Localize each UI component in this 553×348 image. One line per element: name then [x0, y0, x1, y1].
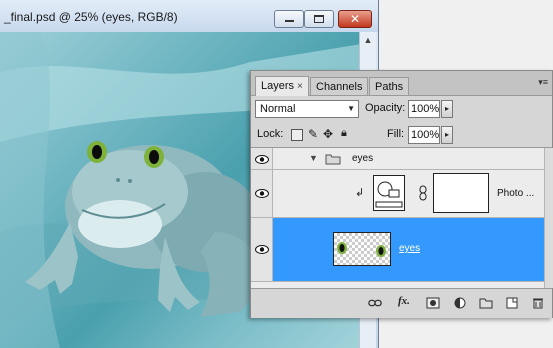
- visibility-toggle[interactable]: [251, 148, 273, 169]
- new-layer-icon[interactable]: [505, 297, 519, 309]
- opacity-label: Opacity:: [365, 102, 406, 114]
- eye-icon: [255, 245, 269, 254]
- eyes-thumbnail-image: [337, 242, 386, 257]
- folder-icon: [325, 154, 341, 165]
- tab-channels[interactable]: Channels: [310, 77, 369, 95]
- chevron-down-icon: ▼: [347, 104, 355, 113]
- adjustment-thumbnail[interactable]: [373, 175, 405, 211]
- link-icon[interactable]: [368, 297, 382, 309]
- eye-icon: [255, 189, 269, 198]
- maximize-button[interactable]: [304, 10, 334, 28]
- panel-scrollbar[interactable]: [544, 148, 553, 288]
- layers-list: ▼ eyes ↲ Photo ... eyes: [251, 148, 552, 288]
- opacity-slider-button[interactable]: ▸: [441, 100, 453, 118]
- adjustment-icon[interactable]: [453, 297, 467, 309]
- document-titlebar[interactable]: _final.psd @ 25% (eyes, RGB/8) ✕: [0, 0, 378, 32]
- maximize-icon: [314, 15, 324, 23]
- blend-mode-select[interactable]: Normal ▼: [255, 100, 359, 118]
- panel-menu-icon[interactable]: ▾≡: [538, 77, 548, 88]
- brush-icon[interactable]: ✎: [308, 127, 318, 141]
- layer-mask-thumbnail[interactable]: [433, 173, 489, 213]
- eye-icon: [255, 155, 269, 164]
- close-icon: ✕: [349, 12, 361, 26]
- minimize-button[interactable]: [274, 10, 304, 28]
- close-button[interactable]: ✕: [338, 10, 372, 28]
- tab-paths-label: Paths: [375, 81, 404, 93]
- lock-transparency-icon[interactable]: [291, 129, 303, 141]
- visibility-toggle[interactable]: [251, 218, 273, 281]
- trash-icon[interactable]: [531, 297, 545, 309]
- chain-link-icon[interactable]: [419, 185, 427, 201]
- tab-close-icon[interactable]: ×: [297, 81, 303, 92]
- blend-opacity-row: Normal ▼ Opacity: 100% ▸: [251, 96, 552, 122]
- mask-icon[interactable]: [426, 297, 440, 309]
- layer-thumbnail[interactable]: [333, 232, 391, 266]
- layer-row-selected[interactable]: eyes: [251, 218, 552, 282]
- layer-name[interactable]: eyes: [352, 153, 373, 164]
- clip-arrow-icon: ↲: [355, 187, 365, 199]
- tab-channels-label: Channels: [316, 81, 363, 93]
- layer-name[interactable]: eyes: [399, 243, 420, 254]
- photo-filter-icon: [375, 181, 403, 208]
- fill-slider-button[interactable]: ▸: [441, 126, 453, 144]
- fill-label: Fill:: [387, 128, 405, 140]
- move-icon[interactable]: ✥: [323, 127, 333, 141]
- fill-field[interactable]: 100%: [408, 126, 440, 144]
- new-group-icon[interactable]: [479, 297, 493, 309]
- scroll-up-icon[interactable]: ▲: [360, 32, 376, 48]
- document-title: _final.psd @ 25% (eyes, RGB/8): [4, 10, 178, 24]
- opacity-field[interactable]: 100%: [408, 100, 440, 118]
- tab-layers[interactable]: Layers ×: [255, 76, 309, 96]
- layer-row-group[interactable]: ▼ eyes: [251, 148, 552, 170]
- fx-icon[interactable]: fx.: [398, 295, 412, 307]
- minimize-icon: [285, 20, 294, 22]
- tab-layers-label: Layers: [261, 80, 295, 92]
- lock-label: Lock:: [257, 128, 284, 140]
- tab-paths[interactable]: Paths: [369, 77, 410, 95]
- layers-panel: Layers × Channels Paths ▾≡ Normal ▼ Opaci…: [250, 70, 553, 318]
- panel-tabs: Layers × Channels Paths ▾≡: [251, 71, 552, 96]
- lock-fill-row: Lock: ✎ ✥ 🔒︎ Fill: 100% ▸: [251, 123, 552, 148]
- blend-mode-value: Normal: [260, 103, 296, 115]
- lock-icon[interactable]: 🔒︎: [341, 127, 347, 140]
- visibility-toggle[interactable]: [251, 170, 273, 217]
- chevron-down-icon[interactable]: ▼: [309, 153, 318, 163]
- layer-name[interactable]: Photo ...: [497, 188, 534, 199]
- layer-row-adjustment[interactable]: ↲ Photo ...: [251, 170, 552, 218]
- panel-footer: fx.: [251, 288, 552, 318]
